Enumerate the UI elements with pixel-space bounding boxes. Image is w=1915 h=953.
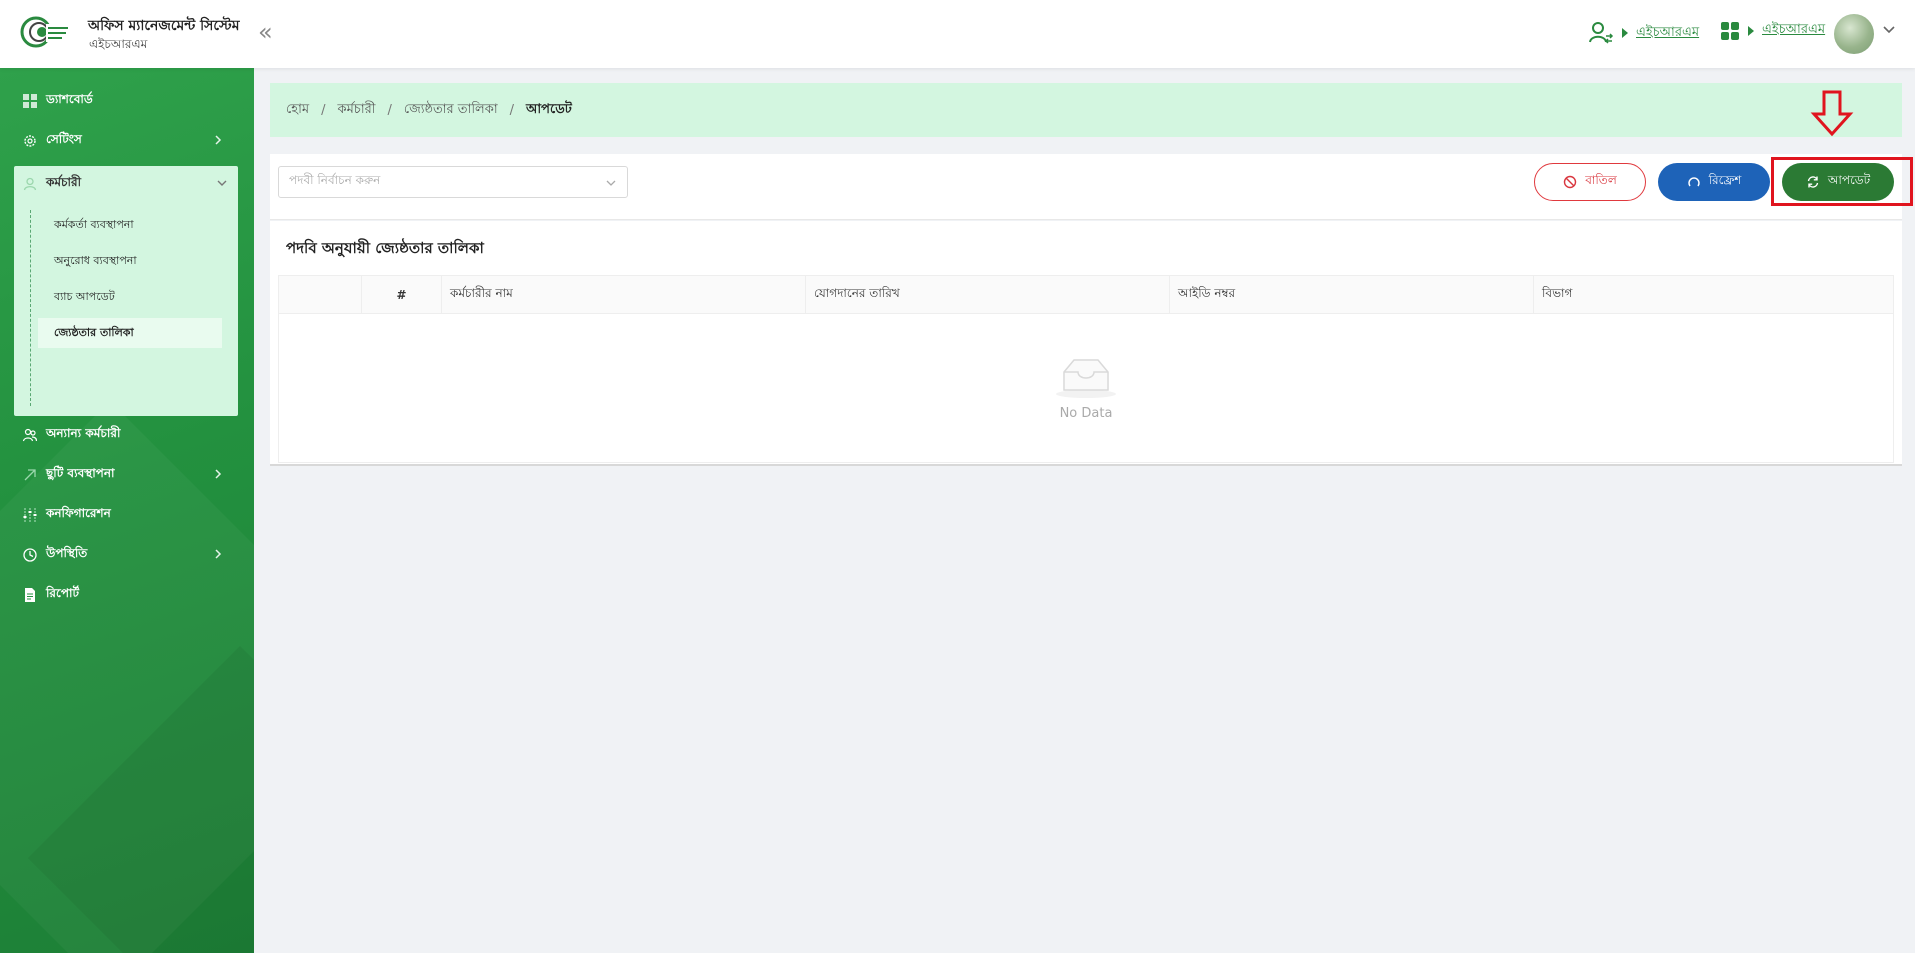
column-header-department: বিভাগ xyxy=(1533,276,1893,314)
dashboard-icon xyxy=(22,93,38,109)
column-header-name: কর্মচারীর নাম xyxy=(441,276,805,314)
document-icon xyxy=(22,587,38,603)
clock-icon xyxy=(22,547,38,563)
table-header: # কর্মচারীর নাম যোগদানের তারিখ আইডি নম্ব… xyxy=(279,276,1893,314)
sidebar-item-label: রিপোর্ট xyxy=(46,586,80,600)
sidebar-item-label: কনফিগারেশন xyxy=(46,506,111,520)
empty-text: No Data xyxy=(1059,405,1113,421)
user-switch-menu[interactable]: এইচআরএম xyxy=(1588,20,1699,46)
sidebar-item-label: অন্যান্য কর্মচারী xyxy=(46,426,121,440)
breadcrumb-home[interactable]: হোম xyxy=(286,100,309,121)
sidebar-item-label: সেটিংস xyxy=(46,132,82,146)
user-icon xyxy=(22,176,38,192)
chevron-right-icon xyxy=(215,549,222,559)
user-link-2[interactable]: এইচআরএম xyxy=(1762,20,1825,41)
sidebar-item-settings[interactable]: সেটিংস xyxy=(14,123,238,159)
sidebar-item-label: ড্যাশবোর্ড xyxy=(46,92,93,106)
sidebar-item-label: ছুটি ব্যবস্থাপনা xyxy=(46,466,115,480)
breadcrumb-current: আপডেট xyxy=(526,101,572,117)
column-header-index: # xyxy=(361,276,441,314)
sidebar-item-report[interactable]: রিপোর্ট xyxy=(14,577,238,613)
refresh-icon xyxy=(1687,177,1700,187)
panel-title: পদবি অনুযায়ী জ্যেষ্ঠতার তালিকা xyxy=(286,239,484,257)
seniority-panel: পদবি অনুযায়ী জ্যেষ্ঠতার তালিকা # কর্মচা… xyxy=(270,221,1902,466)
highlight-annotation xyxy=(1771,157,1913,206)
empty-state: No Data xyxy=(279,314,1893,462)
caret-right-icon xyxy=(1748,25,1754,36)
breadcrumb-seniority-list[interactable]: জ্যেষ্ঠতার তালিকা xyxy=(404,100,498,121)
submenu-guide-line xyxy=(30,210,31,406)
user-link-1[interactable]: এইচআরএম xyxy=(1636,23,1699,44)
submenu-item-label: কর্মকর্তা ব্যবস্থাপনা xyxy=(54,217,134,231)
column-header-select xyxy=(279,276,361,314)
top-header: অফিস ম্যানেজমেন্ট সিস্টেম এইচআরএম « এইচআ… xyxy=(0,0,1915,68)
submenu-item-label: জ্যেষ্ঠতার তালিকা xyxy=(54,325,134,339)
arrow-down-annotation-icon xyxy=(1810,90,1854,137)
submenu-item-label: অনুরোধ ব্যবস্থাপনা xyxy=(54,253,137,267)
logo xyxy=(20,16,70,48)
apps-grid-icon xyxy=(1721,21,1739,40)
collapse-sidebar-button[interactable]: « xyxy=(258,18,273,46)
users-icon xyxy=(22,427,38,443)
chevron-down-icon xyxy=(606,180,616,186)
designation-select-placeholder: পদবী নির্বাচন করুন xyxy=(289,173,381,187)
breadcrumb-employee[interactable]: কর্মচারী xyxy=(337,100,375,121)
sidebar-item-leave-management[interactable]: ছুটি ব্যবস্থাপনা xyxy=(14,457,238,493)
inbox-empty-icon xyxy=(1056,358,1116,398)
submenu-item-seniority-list[interactable]: জ্যেষ্ঠতার তালিকা xyxy=(38,318,222,348)
submenu-item-batch-update[interactable]: ব্যাচ আপডেট xyxy=(38,282,222,312)
refresh-button-label: রিফ্রেশ xyxy=(1708,173,1742,187)
column-header-id-number: আইডি নম্বর xyxy=(1169,276,1533,314)
sidebar-item-dashboard[interactable]: ড্যাশবোর্ড xyxy=(14,83,238,119)
sliders-icon xyxy=(22,507,38,523)
breadcrumb-separator: / xyxy=(387,102,392,118)
chevron-down-icon xyxy=(217,180,227,186)
submenu-item-label: ব্যাচ আপডেট xyxy=(54,289,115,303)
apps-menu[interactable]: এইচআরএম xyxy=(1720,20,1825,41)
sidebar-item-other-employees[interactable]: অন্যান্য কর্মচারী xyxy=(14,417,238,453)
designation-select[interactable]: পদবী নির্বাচন করুন xyxy=(278,166,628,198)
chevron-right-icon xyxy=(215,469,222,479)
avatar[interactable] xyxy=(1834,14,1874,54)
sidebar-item-label: কর্মচারী xyxy=(46,175,82,189)
sidebar: ড্যাশবোর্ড সেটিংস কর্মচারী কর্মকর্তা ব্য… xyxy=(0,68,254,953)
cancel-button-label: বাতিল xyxy=(1585,173,1617,187)
sidebar-item-employee[interactable]: কর্মচারী xyxy=(14,166,238,202)
ban-icon xyxy=(1564,175,1577,189)
sidebar-item-configuration[interactable]: কনফিগারেশন xyxy=(14,497,238,533)
breadcrumb-separator: / xyxy=(509,102,514,118)
caret-right-icon xyxy=(1622,28,1628,38)
leave-icon xyxy=(22,467,38,483)
chevron-right-icon xyxy=(215,135,222,145)
gear-icon xyxy=(22,133,38,149)
column-header-join-date: যোগদানের তারিখ xyxy=(805,276,1169,314)
toolbar: পদবী নির্বাচন করুন বাতিল রিফ্রেশ আপডেট xyxy=(270,154,1902,220)
breadcrumb-separator: / xyxy=(321,102,326,118)
submenu-item-request-management[interactable]: অনুরোধ ব্যবস্থাপনা xyxy=(38,246,222,276)
breadcrumb: হোম / কর্মচারী / জ্যেষ্ঠতার তালিকা / আপড… xyxy=(270,83,1902,137)
submenu-employee: কর্মচারী কর্মকর্তা ব্যবস্থাপনা অনুরোধ ব্… xyxy=(14,166,238,416)
app-subtitle: এইচআরএম xyxy=(89,37,148,51)
refresh-button[interactable]: রিফ্রেশ xyxy=(1658,163,1770,201)
submenu-item-officer-management[interactable]: কর্মকর্তা ব্যবস্থাপনা xyxy=(38,210,222,240)
sidebar-item-label: উপস্থিতি xyxy=(46,546,88,560)
cancel-button[interactable]: বাতিল xyxy=(1534,163,1646,201)
sidebar-item-attendance[interactable]: উপস্থিতি xyxy=(14,537,238,573)
app-title: অফিস ম্যানেজমেন্ট সিস্টেম xyxy=(88,18,240,34)
seniority-table: # কর্মচারীর নাম যোগদানের তারিখ আইডি নম্ব… xyxy=(278,275,1894,463)
chevron-down-icon[interactable] xyxy=(1882,22,1896,36)
user-switch-icon xyxy=(1589,22,1614,44)
